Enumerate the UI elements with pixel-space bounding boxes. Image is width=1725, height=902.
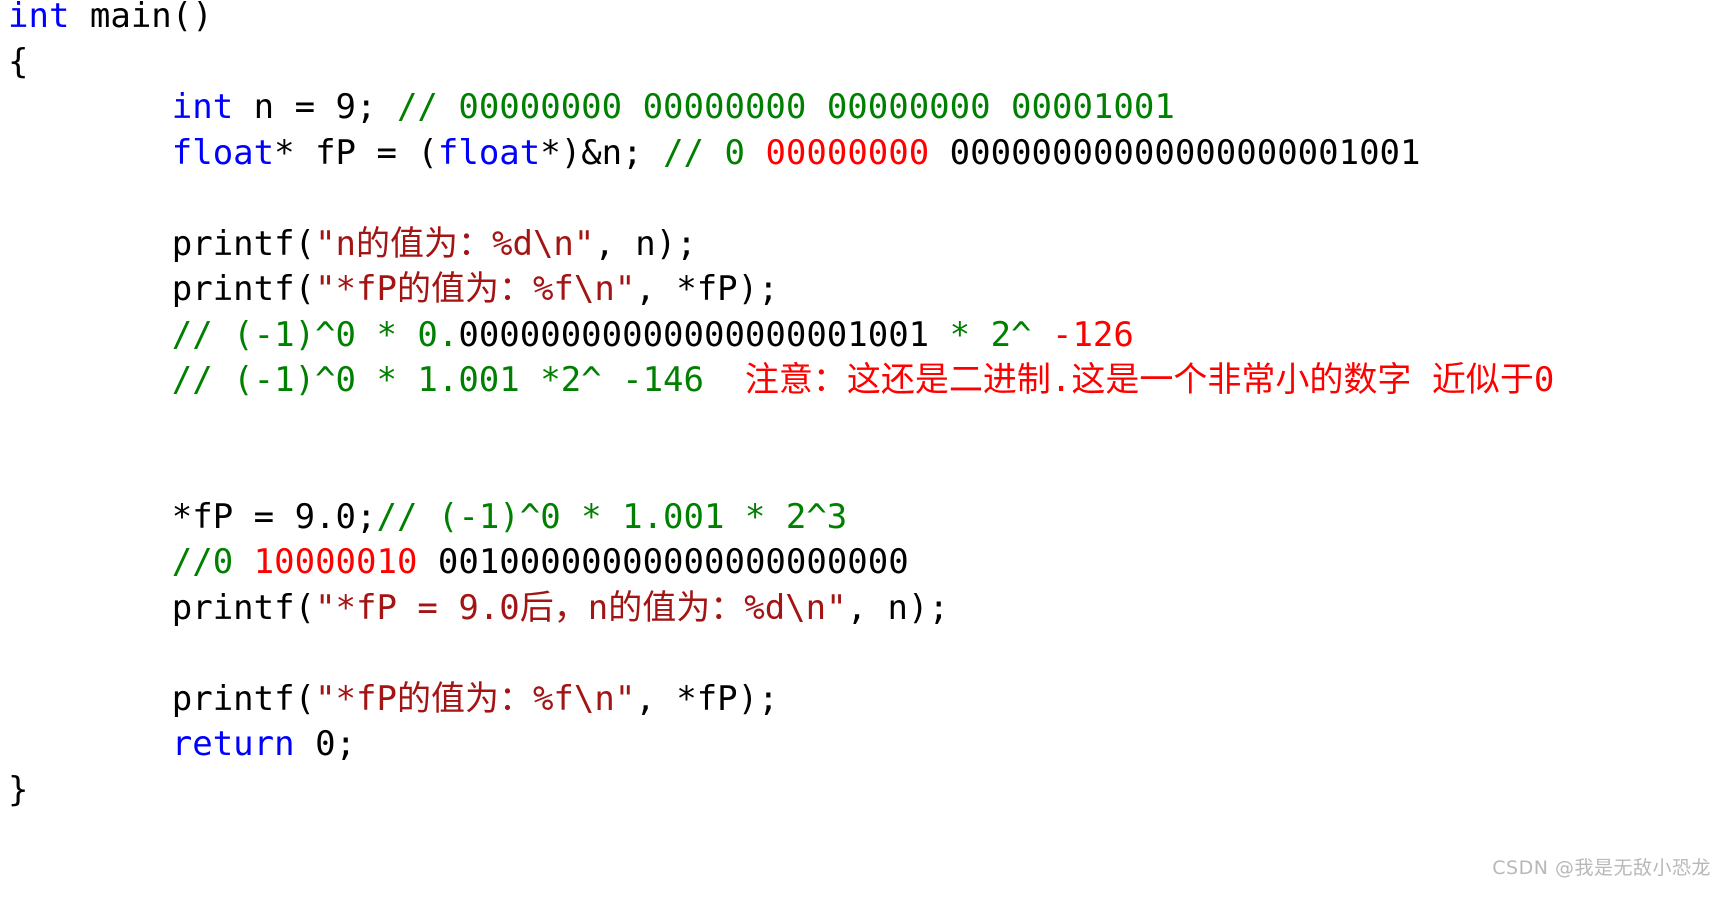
code-token-kw: int: [171, 87, 234, 127]
code-token-cmt: //0: [171, 542, 254, 582]
code-token-plain: }: [8, 769, 29, 810]
code-token-plain: printf(: [8, 269, 316, 309]
code-token-plain: , n);: [594, 223, 697, 264]
code-token-plain: *)&n;: [540, 132, 664, 173]
code-line: float* fP = (float*)&n; // 0 00000000 00…: [8, 131, 1708, 177]
code-listing[interactable]: int main(){ int n = 9; // 00000000 00000…: [8, 0, 1708, 813]
code-line: // (-1)^0 * 0.00000000000000000001001 * …: [8, 313, 1708, 359]
code-token-kw: int: [8, 0, 70, 36]
code-token-cmt: // (-1)^0 * 0.: [171, 314, 459, 355]
code-line: }: [8, 768, 1708, 814]
csdn-watermark: CSDN @我是无敌小恐龙: [1492, 857, 1711, 879]
code-token-plain: printf(: [8, 678, 316, 719]
code-token-plain: 0;: [294, 724, 357, 764]
code-token-plain: {: [8, 41, 29, 82]
code-line: //0 10000010 00100000000000000000000: [8, 540, 1708, 586]
code-token-cmt: // 00000000 00000000 00000000 00001001: [396, 87, 1175, 127]
code-token-plain: main(): [69, 0, 213, 36]
code-token-cmt: // 0: [663, 132, 766, 173]
code-token-str: "*fP = 9.0后，n的值为：%d\n": [315, 587, 847, 628]
code-token-plain: printf(: [8, 223, 316, 264]
code-token-plain: 00000000000000000001001: [458, 314, 930, 355]
code-line: // (-1)^0 * 1.001 *2^ -146 注意：这还是二进制.这是一…: [8, 358, 1708, 404]
code-token-red: 注意：这还是二进制.这是一个非常小的数字 近似于0: [744, 360, 1555, 400]
code-token-plain: , n);: [846, 587, 949, 628]
code-token-kw: return: [171, 724, 295, 764]
code-line: {: [8, 40, 1708, 86]
code-token-red: -126: [1051, 314, 1134, 355]
code-token-str: "*fP的值为：%f\n": [315, 269, 636, 309]
code-token-kw: float: [437, 132, 541, 173]
code-line: *fP = 9.0;// (-1)^0 * 1.001 * 2^3: [8, 495, 1708, 541]
code-line: int main(): [8, 0, 1708, 40]
code-line: printf("n的值为：%d\n", n);: [8, 222, 1708, 268]
code-line: return 0;: [8, 722, 1708, 768]
code-token-plain: , *fP);: [635, 678, 779, 719]
code-token-kw: float: [171, 132, 275, 173]
code-token-plain: , *fP);: [635, 269, 779, 309]
code-token-plain: 00100000000000000000000: [417, 542, 909, 582]
code-token-plain: 00000000000000000001001: [929, 132, 1421, 173]
code-line: printf("*fP = 9.0后，n的值为：%d\n", n);: [8, 586, 1708, 632]
code-line: printf("*fP的值为：%f\n", *fP);: [8, 677, 1708, 723]
code-token-red: 00000000: [765, 132, 930, 173]
code-token-str: "*fP的值为：%f\n": [315, 678, 636, 719]
code-line: int n = 9; // 00000000 00000000 00000000…: [8, 85, 1708, 131]
code-token-cmt: * 2^: [929, 314, 1052, 355]
code-token-red: 10000010: [253, 542, 418, 582]
code-token-str: "n的值为：%d\n": [315, 223, 595, 264]
code-token-plain: *fP = 9.0;: [8, 496, 377, 537]
code-screenshot-surface: int main(){ int n = 9; // 00000000 00000…: [0, 0, 1725, 902]
code-token-plain: n = 9;: [233, 87, 397, 127]
code-token-plain: printf(: [8, 587, 316, 628]
code-token-cmt: // (-1)^0 * 1.001 *2^ -146: [171, 360, 745, 400]
code-token-plain: * fP = (: [274, 132, 438, 173]
code-line: printf("*fP的值为：%f\n", *fP);: [8, 267, 1708, 313]
code-token-cmt: // (-1)^0 * 1.001 * 2^3: [376, 496, 848, 537]
